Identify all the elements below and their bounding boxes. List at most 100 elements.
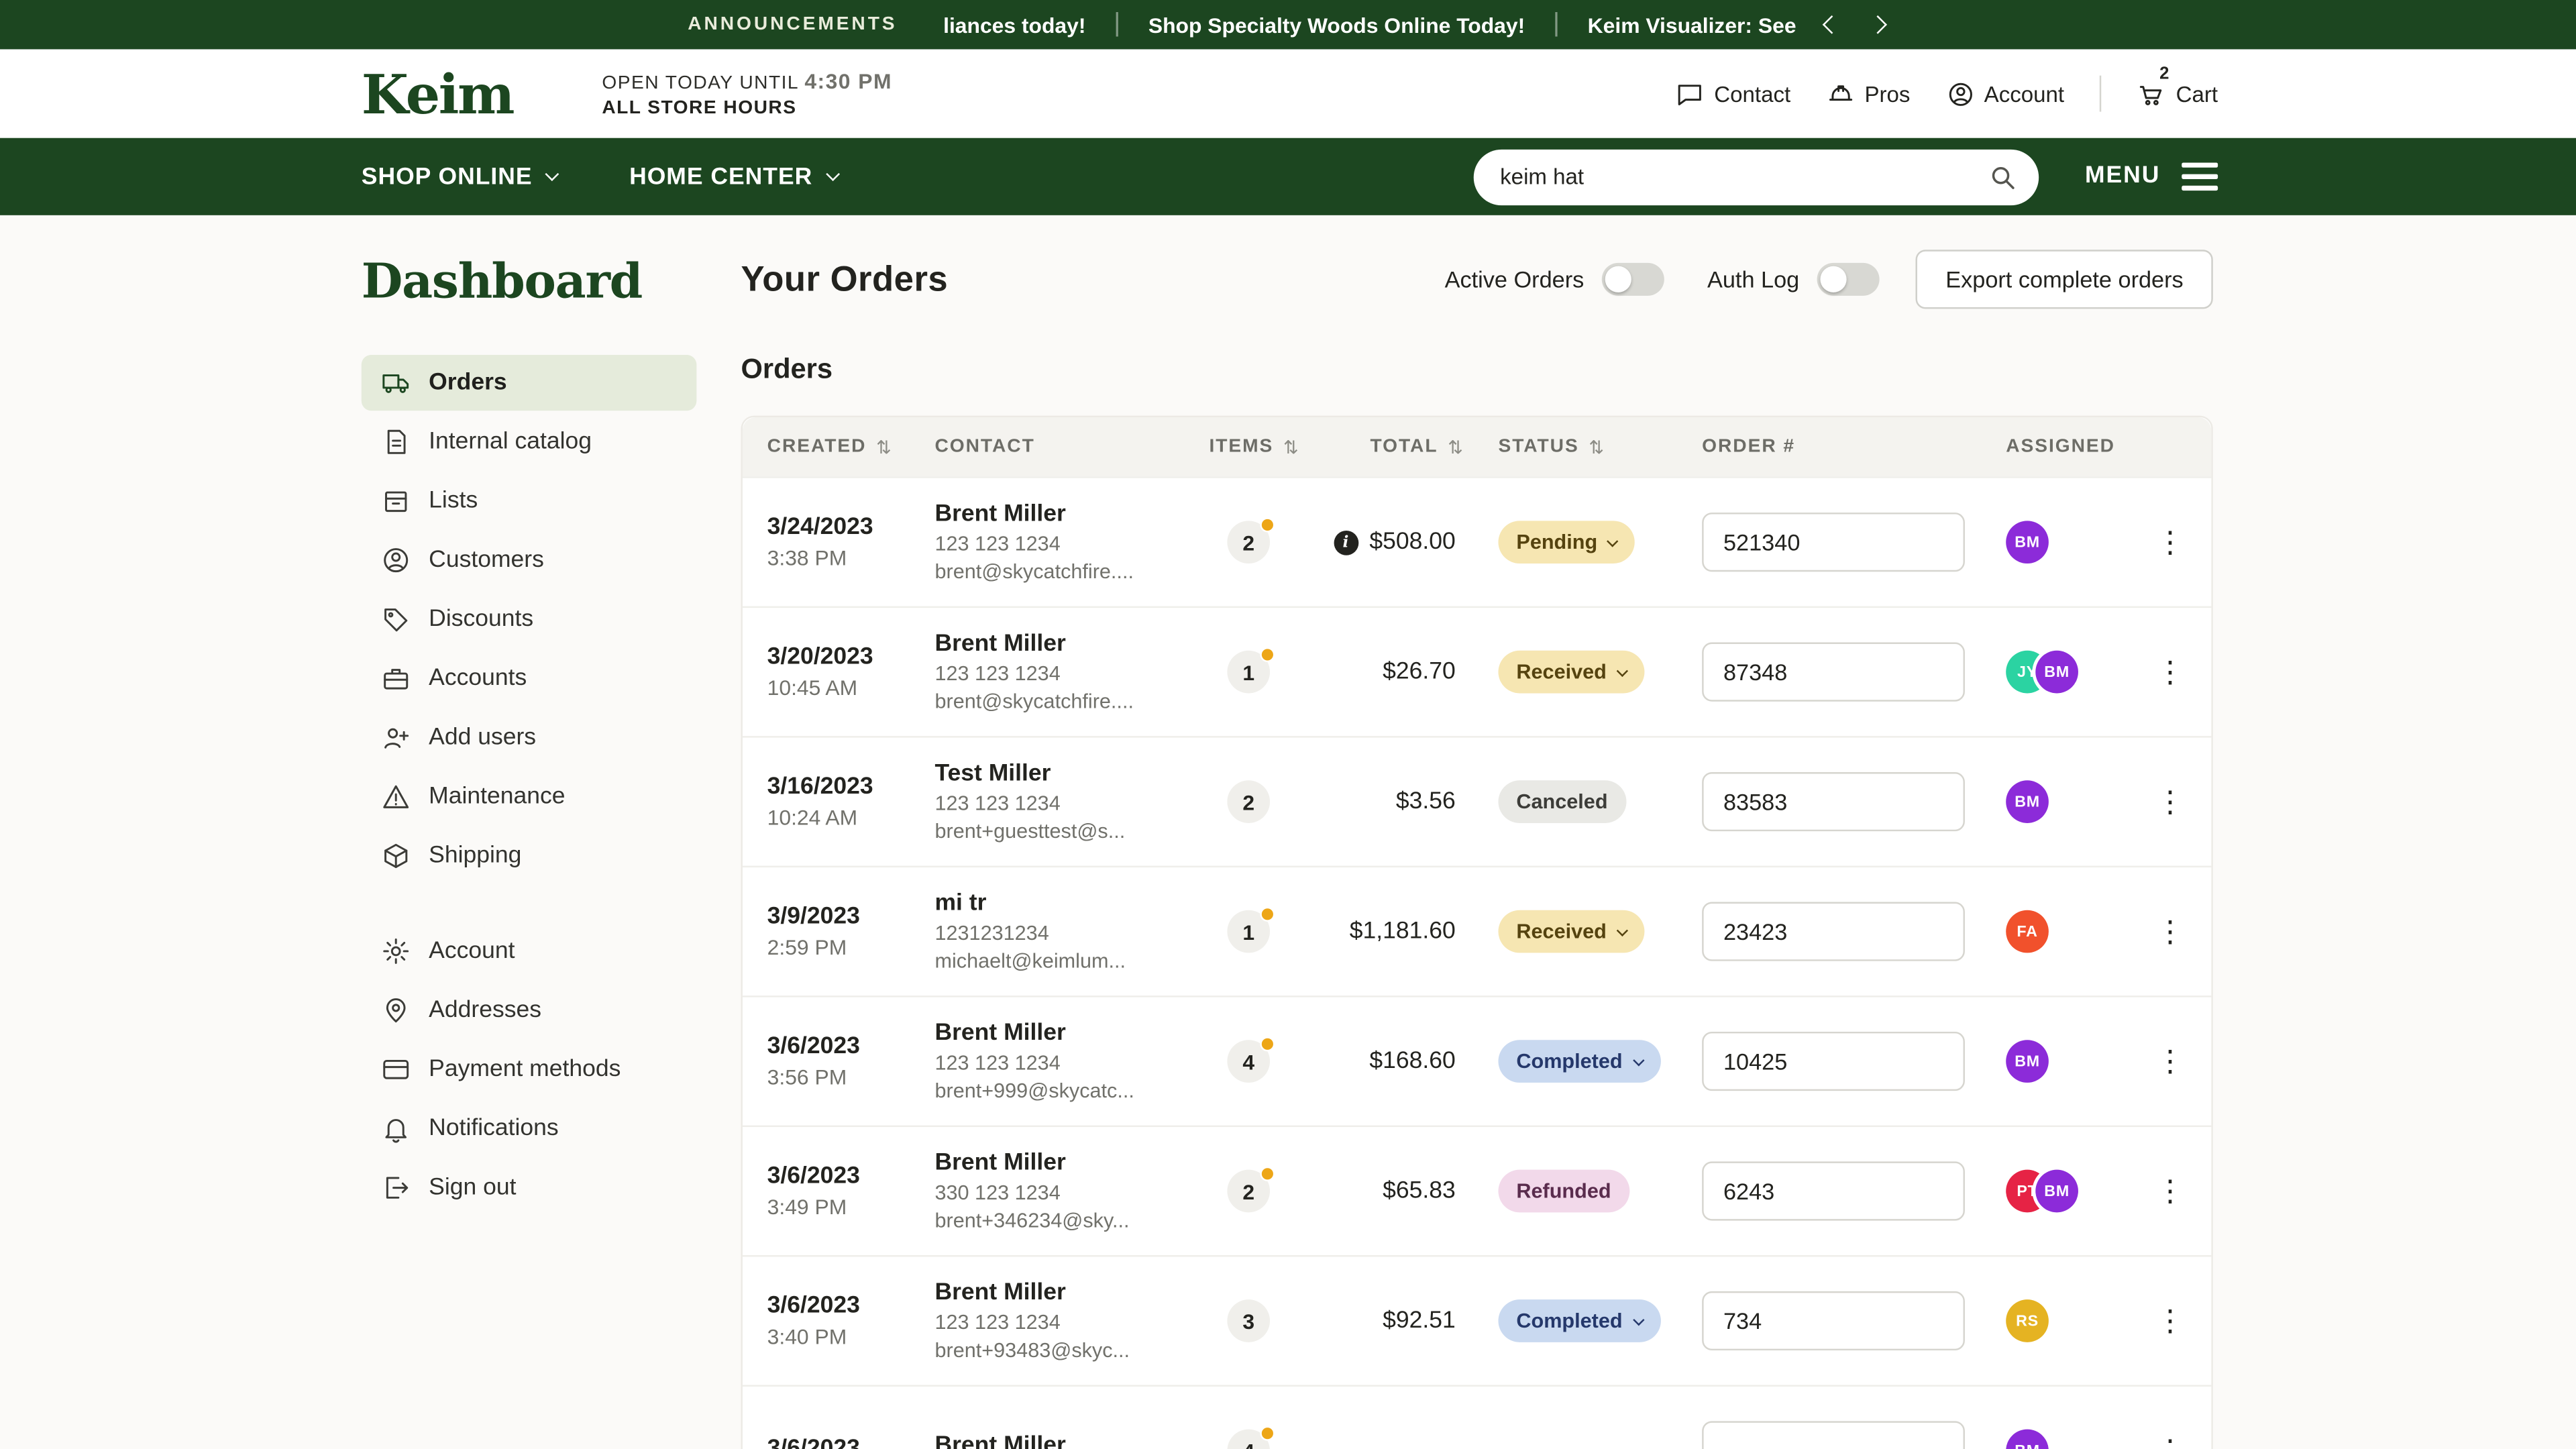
status-badge[interactable]: Received [1498, 910, 1644, 953]
nav-home-center[interactable]: HOME CENTER [629, 164, 837, 190]
column-header-total[interactable]: TOTAL⇅ [1370, 436, 1498, 458]
avatar[interactable]: BM [2035, 1170, 2078, 1213]
total-cell: i $65.83 [1370, 1178, 1498, 1204]
column-header-order-number: ORDER #⇅ [1702, 437, 2006, 456]
sidebar-item-add-users[interactable]: Add users [362, 710, 697, 765]
contact-cell: Brent Miller 123 123 1234 brent@skycatch… [934, 501, 1209, 583]
created-cell: 3/20/2023 10:45 AM [767, 644, 935, 700]
contact-email: brent@skycatchfire.... [934, 560, 1197, 583]
status-badge[interactable]: Refunded [1498, 1170, 1629, 1213]
avatar[interactable]: FA [2006, 910, 2049, 953]
order-number-input[interactable] [1702, 1421, 1965, 1449]
announcement-item[interactable]: Shop Specialty Woods Online Today! [1148, 12, 1525, 37]
order-number-input[interactable] [1702, 1291, 1965, 1350]
order-number-input[interactable] [1702, 1032, 1965, 1091]
notification-dot-icon [1260, 1426, 1275, 1441]
row-menu-button[interactable]: ⋮ [2145, 1040, 2194, 1083]
row-menu-button[interactable]: ⋮ [2145, 910, 2194, 953]
cart-icon [2138, 80, 2166, 108]
sidebar-item-discounts[interactable]: Discounts [362, 592, 697, 647]
status-badge[interactable]: Completed [1498, 1299, 1660, 1342]
search-icon[interactable] [1988, 162, 2017, 191]
contact-email: michaelt@keimlum... [934, 950, 1197, 973]
total-cell: i $92.51 [1370, 1307, 1498, 1334]
contact-name: mi tr [934, 890, 1209, 916]
contact-name: Test Miller [934, 761, 1209, 787]
avatar[interactable]: BM [2035, 651, 2078, 694]
order-number-input[interactable] [1702, 772, 1965, 831]
nav-shop-online[interactable]: SHOP ONLINE [362, 164, 557, 190]
keim-logo[interactable]: Keim [362, 66, 513, 121]
menu-button[interactable]: MENU [2085, 163, 2218, 190]
sidebar-item-account[interactable]: Account [362, 923, 697, 979]
sidebar-item-maintenance[interactable]: Maintenance [362, 769, 697, 824]
sidebar-item-orders[interactable]: Orders [362, 355, 697, 411]
order-row: 3/6/2023 3:49 PM Brent Miller 330 123 12… [743, 1126, 2211, 1255]
status-badge[interactable]: Received [1498, 651, 1644, 694]
contact-link[interactable]: Contact [1676, 80, 1790, 108]
sidebar-item-shipping[interactable]: Shipping [362, 828, 697, 883]
sidebar-item-addresses[interactable]: Addresses [362, 982, 697, 1038]
order-number-input[interactable] [1702, 643, 1965, 702]
avatar[interactable]: BM [2006, 780, 2049, 823]
sidebar-item-accounts[interactable]: Accounts [362, 651, 697, 706]
order-number-input[interactable] [1702, 902, 1965, 961]
announcement-item[interactable]: Keim Visualizer: See [1588, 12, 1796, 37]
orders-table: CREATED⇅ CONTACT⇅ ITEMS⇅ TOTAL⇅ STATUS⇅ … [741, 416, 2212, 1449]
all-store-hours-link[interactable]: ALL STORE HOURS [602, 99, 892, 118]
sidebar-item-internal-catalog[interactable]: Internal catalog [362, 414, 697, 470]
avatar[interactable]: RS [2006, 1299, 2049, 1342]
announcement-prev-button[interactable] [1823, 15, 1842, 34]
status-badge[interactable]: Canceled [1498, 780, 1625, 823]
account-link[interactable]: Account [1946, 80, 2064, 108]
sidebar-item-sign-out[interactable]: Sign out [362, 1160, 697, 1216]
announcement-separator: | [1114, 10, 1120, 40]
avatar[interactable]: BM [2006, 521, 2049, 564]
notification-dot-icon [1260, 1167, 1275, 1181]
contact-phone: 123 123 1234 [934, 662, 1197, 685]
sidebar-item-payment-methods[interactable]: Payment methods [362, 1042, 697, 1097]
status-badge[interactable]: Pending [1498, 521, 1635, 564]
row-menu-button[interactable]: ⋮ [2145, 1299, 2194, 1342]
order-total: $26.70 [1383, 659, 1456, 685]
chevron-down-icon [1616, 665, 1627, 676]
status-badge[interactable]: Completed [1498, 1040, 1660, 1083]
status-cell: Canceled [1498, 780, 1702, 823]
cart-link[interactable]: 2 Cart [2138, 80, 2218, 108]
hamburger-icon [2182, 163, 2218, 190]
row-menu-button[interactable]: ⋮ [2145, 1170, 2194, 1213]
column-header-created[interactable]: CREATED⇅ [767, 436, 935, 458]
info-icon[interactable]: i [1334, 530, 1358, 555]
row-menu-button[interactable]: ⋮ [2145, 1430, 2194, 1449]
contact-cell: Brent Miller 123 123 1234 brent+999@skyc… [934, 1020, 1209, 1102]
contact-cell: Brent Miller 123 123 1234 brent@skycatch… [934, 631, 1209, 712]
tag-icon [381, 604, 411, 634]
order-number-cell [1702, 1421, 2006, 1449]
column-header-items[interactable]: ITEMS⇅ [1209, 436, 1370, 458]
auth-log-toggle[interactable] [1817, 263, 1880, 296]
notification-dot-icon [1260, 1036, 1275, 1051]
avatar[interactable]: BM [2006, 1430, 2049, 1449]
truck-icon [381, 368, 411, 398]
items-cell: 4 [1209, 1040, 1370, 1083]
contact-name: Brent Miller [934, 631, 1209, 657]
contact-cell: Test Miller 123 123 1234 brent+guesttest… [934, 761, 1209, 843]
export-orders-button[interactable]: Export complete orders [1916, 250, 2213, 309]
search-input[interactable] [1474, 149, 2039, 205]
row-menu-button[interactable]: ⋮ [2145, 521, 2194, 564]
order-number-input[interactable] [1702, 1161, 1965, 1220]
order-number-input[interactable] [1702, 513, 1965, 572]
row-menu-button[interactable]: ⋮ [2145, 651, 2194, 694]
created-cell: 3/6/2023 3:56 PM [767, 1033, 935, 1089]
pros-link[interactable]: Pros [1827, 80, 1910, 108]
announcement-next-button[interactable] [1868, 15, 1888, 34]
sidebar-item-lists[interactable]: Lists [362, 473, 697, 529]
column-header-status[interactable]: STATUS⇅ [1498, 436, 1702, 458]
row-menu-button[interactable]: ⋮ [2145, 780, 2194, 823]
sidebar-item-customers[interactable]: Customers [362, 532, 697, 588]
avatar[interactable]: BM [2006, 1040, 2049, 1083]
announcement-item[interactable]: liances today! [943, 12, 1085, 37]
order-created-time: 10:24 AM [767, 805, 935, 830]
sidebar-item-notifications[interactable]: Notifications [362, 1101, 697, 1157]
active-orders-toggle[interactable] [1602, 263, 1664, 296]
